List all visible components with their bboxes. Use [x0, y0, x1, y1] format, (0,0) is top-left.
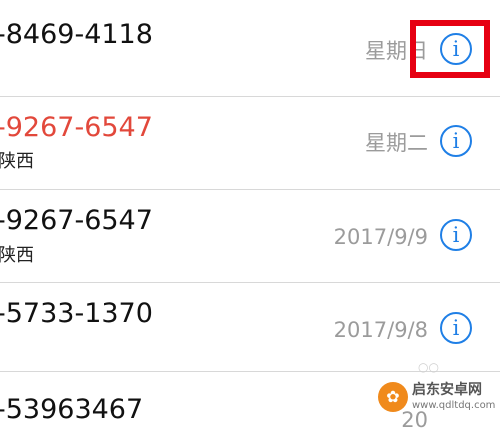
- call-row[interactable]: -9267-6547 陕西 2017/9/9 i: [0, 190, 500, 282]
- call-row[interactable]: -9267-6547 陕西 星期二 i: [0, 97, 500, 189]
- info-icon[interactable]: i: [440, 312, 472, 344]
- watermark-url: www.qdltdq.com: [412, 400, 496, 411]
- call-date: 星期二: [365, 131, 428, 155]
- call-date: 2017/9/9: [333, 225, 428, 249]
- call-date: 2017/9/8: [333, 318, 428, 342]
- faint-mark: ○○: [418, 360, 439, 374]
- call-location: 陕西: [0, 151, 34, 172]
- call-location: 陕西: [0, 245, 34, 266]
- call-number: -8469-4118: [0, 19, 153, 50]
- call-number: -9267-6547: [0, 205, 153, 236]
- info-icon[interactable]: i: [440, 125, 472, 157]
- highlight-box: [410, 20, 490, 78]
- watermark: ✿ 启东安卓网 www.qdltdq.com: [378, 378, 500, 417]
- call-row[interactable]: -5733-1370 2017/9/8 i: [0, 283, 500, 371]
- watermark-logo-icon: ✿: [378, 382, 408, 412]
- call-number: -53963467: [0, 394, 144, 425]
- call-number: -5733-1370: [0, 298, 153, 329]
- call-number-missed: -9267-6547: [0, 112, 153, 143]
- info-icon[interactable]: i: [440, 219, 472, 251]
- watermark-title: 启东安卓网: [412, 382, 482, 398]
